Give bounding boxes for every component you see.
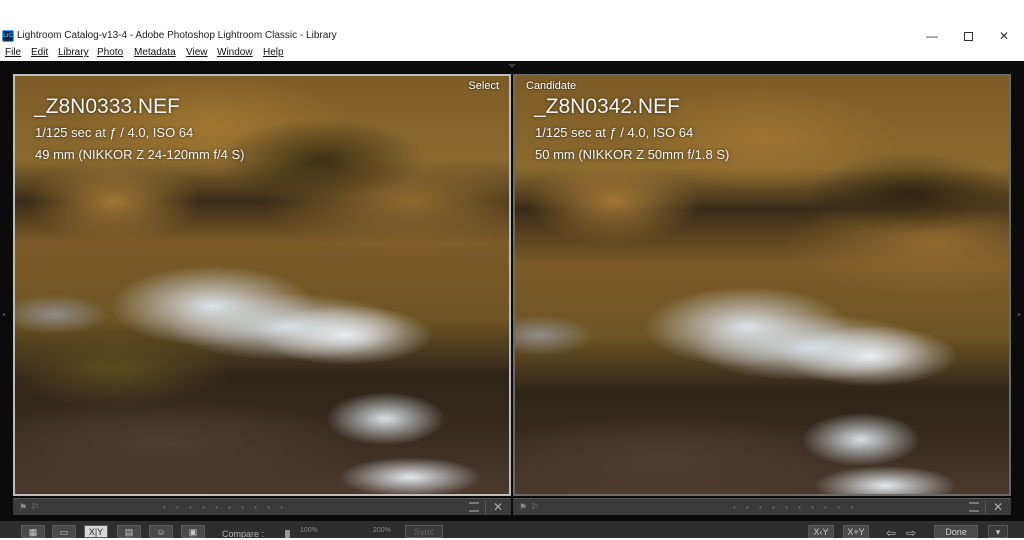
menu-view[interactable]: View [186,47,208,58]
title-bar: LrC Lightroom Catalog-v13-4 - Adobe Phot… [0,28,1024,45]
zoom-slider-handle[interactable] [285,530,290,538]
select-photo-panel[interactable]: _Z8N0333.NEF 1/125 sec at ƒ / 4.0, ISO 6… [13,74,511,496]
candidate-filename: _Z8N0342.NEF [534,95,680,118]
divider [985,501,986,514]
zoom-max-label: 200% [373,527,391,534]
maximize-button[interactable] [950,28,986,45]
menu-file[interactable]: File [5,47,21,58]
close-button[interactable]: ✕ [986,28,1022,45]
remove-select-close-icon[interactable]: ✕ [493,500,505,514]
compare-workspace: ◂ ▸ _Z8N0333.NEF 1/125 sec at ƒ / 4.0, I… [0,61,1024,538]
select-filename: _Z8N0333.NEF [34,95,180,118]
library-toolbar: ▦ ▭ X|Y ▤ ☺ ▣ Compare : 100% 200% Sync X… [0,521,1024,540]
make-select-button[interactable]: X+Y [843,525,869,538]
pick-flag-icon[interactable]: ⚐ [31,502,41,512]
top-panel-toggle-icon[interactable] [508,64,516,68]
window-title: Lightroom Catalog-v13-4 - Adobe Photosho… [17,30,337,41]
swap-button[interactable]: X‹Y [808,525,834,538]
color-label-icon[interactable] [469,502,479,512]
lightroom-app-icon: LrC [2,30,14,42]
sync-button[interactable]: Sync [405,525,443,538]
candidate-role-label: Candidate [526,80,577,92]
menu-edit[interactable]: Edit [31,47,48,58]
reject-flag-icon[interactable]: ⚑ [19,502,29,512]
minimize-button[interactable]: — [914,28,950,45]
grid-view-icon[interactable]: ▦ [21,525,45,538]
candidate-panel-footer: ⚑ ⚐ • • • • • • • • • • ✕ [513,498,1011,515]
divider [485,501,486,514]
menu-bar: File Edit Library Photo Metadata View Wi… [0,45,1024,61]
survey-view-icon[interactable]: ▤ [117,525,141,538]
rating-stars[interactable]: • • • • • • • • • • [733,503,853,511]
select-lens-info: 49 mm (NIKKOR Z 24-120mm f/4 S) [35,147,245,162]
menu-help[interactable]: Help [263,47,284,58]
remove-candidate-close-icon[interactable]: ✕ [993,500,1005,514]
slideshow-icon[interactable]: ▣ [181,525,205,538]
done-button[interactable]: Done [934,525,978,538]
menu-metadata[interactable]: Metadata [134,47,176,58]
select-panel-footer: ⚑ ⚐ • • • • • • • • • • ✕ [13,498,511,515]
candidate-photo-panel[interactable]: _Z8N0342.NEF 1/125 sec at ƒ / 4.0, ISO 6… [513,74,1011,496]
people-view-icon[interactable]: ☺ [149,525,173,538]
menu-library[interactable]: Library [58,47,89,58]
select-role-label: Select [468,80,499,92]
rating-stars[interactable]: • • • • • • • • • • [163,503,283,511]
color-label-icon[interactable] [969,502,979,512]
candidate-exposure-info: 1/125 sec at ƒ / 4.0, ISO 64 [535,125,694,140]
candidate-lens-info: 50 mm (NIKKOR Z 50mm f/1.8 S) [535,147,730,162]
reject-flag-icon[interactable]: ⚑ [519,502,529,512]
pick-flag-icon[interactable]: ⚐ [531,502,541,512]
left-panel-toggle-icon[interactable]: ◂ [2,311,6,319]
menu-photo[interactable]: Photo [97,47,123,58]
right-panel-toggle-icon[interactable]: ▸ [1018,311,1022,319]
menu-window[interactable]: Window [217,47,253,58]
compare-view-button[interactable]: X|Y [84,525,108,538]
restore-icon [963,32,973,41]
zoom-min-label: 100% [300,527,318,534]
loupe-view-icon[interactable]: ▭ [52,525,76,538]
toolbar-menu-chevron-icon[interactable]: ▾ [988,525,1008,538]
select-exposure-info: 1/125 sec at ƒ / 4.0, ISO 64 [35,125,194,140]
